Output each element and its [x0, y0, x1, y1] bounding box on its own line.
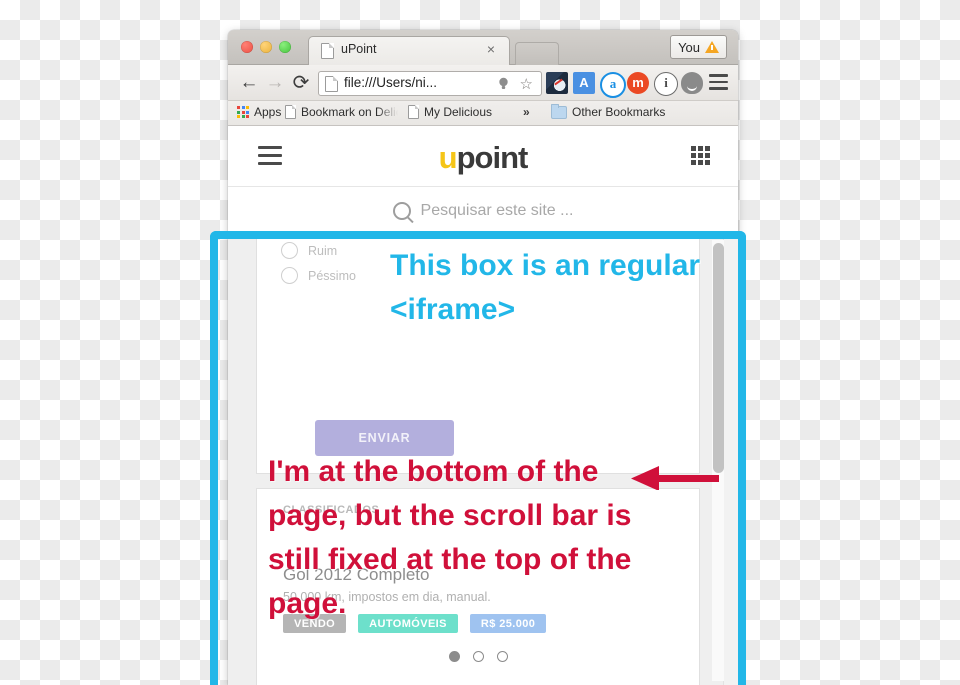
close-icon[interactable]: ×	[483, 41, 499, 57]
gray-blob-icon[interactable]	[681, 72, 703, 94]
annotation-scrollbar-note: I'm at the bottom of the page, but the s…	[268, 455, 632, 621]
pagination-dot-3[interactable]	[496, 651, 508, 662]
browser-menu-button[interactable]	[709, 74, 728, 94]
minimize-window-button[interactable]	[260, 41, 272, 53]
rating-radio-group: Ruim Péssimo	[281, 242, 356, 292]
radio-icon[interactable]	[281, 267, 298, 284]
radio-label: Péssimo	[308, 268, 356, 283]
close-window-button[interactable]	[241, 41, 253, 53]
radio-option-ruim[interactable]: Ruim	[281, 242, 356, 259]
profile-label: You	[678, 39, 700, 55]
site-search-bar[interactable]: Pesquisar este site ...	[228, 187, 738, 235]
speedometer-icon[interactable]	[546, 72, 568, 94]
alexa-icon[interactable]: a	[600, 72, 626, 98]
grid-apps-icon[interactable]	[691, 146, 710, 165]
document-icon	[285, 105, 296, 119]
grid-apps-icon	[237, 106, 249, 118]
browser-tab[interactable]: uPoint ×	[308, 36, 510, 65]
site-header: upoint	[228, 126, 738, 187]
pagination-dot-1[interactable]	[448, 651, 460, 662]
address-bar-url: file:///Users/ni...	[344, 75, 438, 90]
document-icon	[325, 76, 338, 92]
bookmark-apps[interactable]: Apps	[237, 105, 281, 119]
screenshot-stage: uPoint × You ← → ⟳ file:///Users/ni... ☆	[0, 0, 960, 685]
bookmark-item-delicious[interactable]: Bookmark on Delicious	[285, 105, 398, 119]
bookmarks-overflow-button[interactable]: »	[523, 105, 530, 119]
forward-button[interactable]: →	[264, 72, 286, 94]
search-input[interactable]: Pesquisar este site ...	[421, 202, 574, 220]
new-tab-button[interactable]	[515, 42, 559, 65]
google-translate-icon[interactable]: A	[573, 72, 595, 94]
folder-icon	[551, 103, 567, 119]
bookmark-star-icon[interactable]: ☆	[520, 75, 533, 93]
radio-option-pessimo[interactable]: Péssimo	[281, 267, 356, 284]
logo-u: u	[438, 140, 458, 175]
browser-tab-strip: uPoint × You	[228, 30, 738, 65]
bookmark-apps-label: Apps	[254, 105, 282, 119]
bookmark-folder-other[interactable]: Other Bookmarks	[551, 103, 666, 119]
logo-point: point	[456, 140, 529, 175]
reload-button[interactable]: ⟳	[290, 72, 312, 94]
bookmark-label: Bookmark on Delicious	[301, 105, 398, 119]
tab-title: uPoint	[341, 42, 377, 56]
left-arrow-icon	[631, 466, 719, 490]
stumbleupon-icon[interactable]: m	[627, 72, 649, 94]
zoom-window-button[interactable]	[279, 41, 291, 53]
address-bar[interactable]: file:///Users/ni... ☆	[318, 71, 542, 96]
carousel-pagination	[257, 651, 699, 662]
bookmarks-bar: Apps Bookmark on Delicious My Delicious …	[228, 101, 738, 126]
radio-icon[interactable]	[281, 242, 298, 259]
bookmark-folder-label: Other Bookmarks	[572, 105, 666, 119]
back-button[interactable]: ←	[238, 72, 260, 94]
document-icon	[408, 105, 419, 119]
site-logo[interactable]: upoint	[228, 140, 738, 176]
lightbulb-icon[interactable]	[496, 76, 511, 91]
pagination-dot-2[interactable]	[472, 651, 484, 662]
info-circle-icon[interactable]: i	[654, 72, 678, 96]
browser-toolbar: ← → ⟳ file:///Users/ni... ☆ A a m i	[228, 65, 738, 101]
profile-button[interactable]: You	[670, 35, 727, 59]
document-icon	[321, 43, 334, 59]
search-icon	[392, 201, 411, 220]
radio-label: Ruim	[308, 243, 338, 258]
window-traffic-lights	[241, 41, 291, 53]
bookmark-item-my-delicious[interactable]: My Delicious	[408, 105, 492, 119]
warning-triangle-icon	[705, 41, 719, 53]
bookmark-label: My Delicious	[424, 105, 493, 119]
annotation-iframe-note: This box is an regular <iframe>	[390, 249, 701, 326]
